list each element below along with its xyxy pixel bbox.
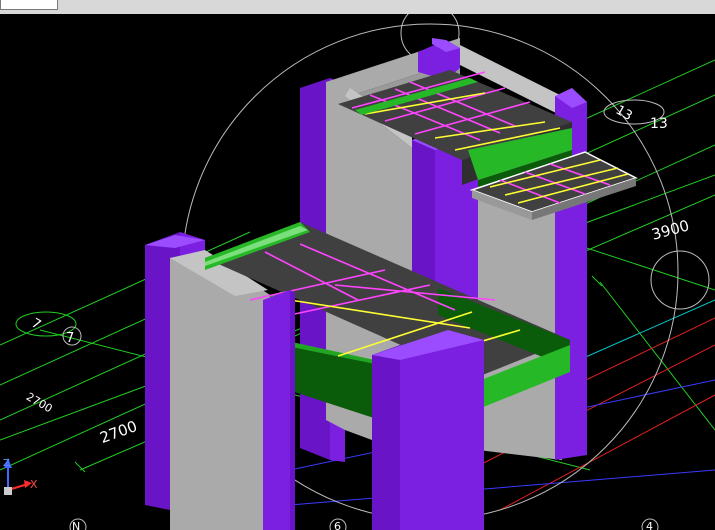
svg-text:6: 6: [334, 520, 341, 530]
svg-text:N: N: [72, 520, 80, 530]
top-toolbar-strip: [0, 0, 715, 15]
triad-z-label: Z: [3, 458, 10, 469]
3d-model-viewport[interactable]: 13 13 7 7 3900 2700 2700 N 6 4 Z X: [0, 14, 715, 530]
svg-text:13: 13: [650, 116, 668, 132]
command-input-field[interactable]: [0, 0, 58, 10]
triad-x-label: X: [30, 478, 38, 491]
svg-text:4: 4: [646, 520, 653, 530]
svg-text:7: 7: [66, 331, 74, 346]
